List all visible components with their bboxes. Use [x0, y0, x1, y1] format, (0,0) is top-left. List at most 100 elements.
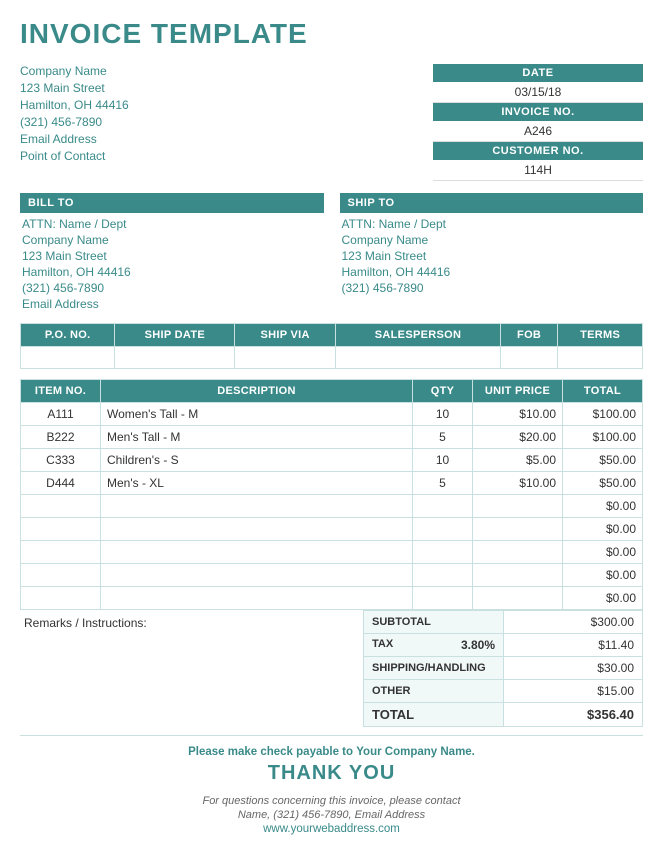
ship-address1: 123 Main Street	[340, 249, 644, 263]
ship-attn: ATTN: Name / Dept	[340, 217, 644, 231]
ship-name: Company Name	[340, 233, 644, 247]
col-unit-price: UNIT PRICE	[473, 380, 563, 403]
company-address2: Hamilton, OH 44416	[20, 98, 129, 112]
cell-qty	[413, 587, 473, 610]
ship-phone: (321) 456-7890	[340, 281, 644, 295]
po-table: P.O. NO. SHIP DATE SHIP VIA SALESPERSON …	[20, 323, 643, 369]
cell-total: $0.00	[563, 541, 643, 564]
po-col-salesperson: SALESPERSON	[336, 324, 501, 347]
bill-attn: ATTN: Name / Dept	[20, 217, 324, 231]
po-shipdate-val	[115, 347, 235, 369]
customer-label: CUSTOMER NO.	[433, 142, 643, 160]
bill-phone: (321) 456-7890	[20, 281, 324, 295]
cell-desc: Men's - XL	[101, 472, 413, 495]
table-row: B222 Men's Tall - M 5 $20.00 $100.00	[21, 426, 643, 449]
cell-qty: 10	[413, 403, 473, 426]
totals-col: SUBTOTAL $300.00 TAX 3.80% $11.40 SHIPPI…	[363, 610, 643, 727]
company-phone: (321) 456-7890	[20, 115, 129, 129]
po-col-terms: TERMS	[558, 324, 643, 347]
cell-qty	[413, 495, 473, 518]
ship-address2: Hamilton, OH 44416	[340, 265, 644, 279]
po-fob-val	[500, 347, 557, 369]
footer-area: Please make check payable to Your Compan…	[20, 746, 643, 835]
other-value: $15.00	[504, 680, 643, 703]
table-row: $0.00	[21, 564, 643, 587]
cell-total: $50.00	[563, 472, 643, 495]
po-salesperson-val	[336, 347, 501, 369]
company-info: Company Name 123 Main Street Hamilton, O…	[20, 64, 129, 181]
cell-qty	[413, 518, 473, 541]
bill-name: Company Name	[20, 233, 324, 247]
table-row: $0.00	[21, 495, 643, 518]
cell-unit: $5.00	[473, 449, 563, 472]
subtotal-row: SUBTOTAL $300.00	[364, 611, 643, 634]
table-row: C333 Children's - S 10 $5.00 $50.00	[21, 449, 643, 472]
date-label: DATE	[433, 64, 643, 82]
website: www.yourwebaddress.com	[20, 823, 643, 835]
shipping-row: SHIPPING/HANDLING $30.00	[364, 657, 643, 680]
other-label: OTHER	[364, 680, 504, 703]
remarks-col: Remarks / Instructions:	[20, 610, 363, 727]
cell-qty: 10	[413, 449, 473, 472]
table-row: $0.00	[21, 518, 643, 541]
subtotal-label: SUBTOTAL	[364, 611, 504, 634]
cell-unit: $20.00	[473, 426, 563, 449]
cell-total: $100.00	[563, 426, 643, 449]
meta-table: DATE 03/15/18 INVOICE NO. A246 CUSTOMER …	[433, 64, 643, 181]
po-header-row: P.O. NO. SHIP DATE SHIP VIA SALESPERSON …	[21, 324, 643, 347]
cell-total: $0.00	[563, 587, 643, 610]
total-label: TOTAL	[364, 703, 504, 727]
date-value: 03/15/18	[433, 82, 643, 103]
cell-unit	[473, 495, 563, 518]
po-shipvia-val	[235, 347, 336, 369]
shipping-label: SHIPPING/HANDLING	[364, 657, 504, 680]
cell-item: A111	[21, 403, 101, 426]
table-row: A111 Women's Tall - M 10 $10.00 $100.00	[21, 403, 643, 426]
cell-total: $100.00	[563, 403, 643, 426]
contact-info: Name, (321) 456-7890, Email Address	[20, 809, 643, 821]
cell-qty: 5	[413, 472, 473, 495]
other-row: OTHER $15.00	[364, 680, 643, 703]
subtotal-value: $300.00	[504, 611, 643, 634]
table-row: $0.00	[21, 541, 643, 564]
bill-ship-section: BILL TO ATTN: Name / Dept Company Name 1…	[20, 193, 643, 313]
cell-desc: Children's - S	[101, 449, 413, 472]
po-col-fob: FOB	[500, 324, 557, 347]
cell-total: $0.00	[563, 564, 643, 587]
col-description: DESCRIPTION	[101, 380, 413, 403]
bill-email: Email Address	[20, 297, 324, 311]
ship-to-body: ATTN: Name / Dept Company Name 123 Main …	[340, 217, 644, 295]
po-data-row	[21, 347, 643, 369]
tax-value: $11.40	[504, 634, 643, 657]
cell-desc	[101, 518, 413, 541]
cell-unit: $10.00	[473, 472, 563, 495]
col-total: TOTAL	[563, 380, 643, 403]
thank-you: THANK YOU	[20, 762, 643, 785]
cell-item	[21, 541, 101, 564]
company-address1: 123 Main Street	[20, 81, 129, 95]
total-value: $356.40	[504, 703, 643, 727]
top-section: Company Name 123 Main Street Hamilton, O…	[20, 64, 643, 181]
company-name: Company Name	[20, 64, 129, 78]
table-row: D444 Men's - XL 5 $10.00 $50.00	[21, 472, 643, 495]
cell-desc	[101, 587, 413, 610]
col-item-no: ITEM NO.	[21, 380, 101, 403]
cell-qty	[413, 564, 473, 587]
company-email: Email Address	[20, 132, 129, 146]
total-row: TOTAL $356.40	[364, 703, 643, 727]
customer-value: 114H	[433, 160, 643, 181]
cell-qty	[413, 541, 473, 564]
divider	[20, 735, 643, 736]
bill-to-body: ATTN: Name / Dept Company Name 123 Main …	[20, 217, 324, 311]
po-col-po: P.O. NO.	[21, 324, 115, 347]
items-header-row: ITEM NO. DESCRIPTION QTY UNIT PRICE TOTA…	[21, 380, 643, 403]
cell-unit: $10.00	[473, 403, 563, 426]
cell-total: $50.00	[563, 449, 643, 472]
cell-total: $0.00	[563, 518, 643, 541]
contact-note: For questions concerning this invoice, p…	[20, 795, 643, 807]
check-payable: Please make check payable to Your Compan…	[20, 746, 643, 758]
cell-desc	[101, 564, 413, 587]
cell-desc	[101, 495, 413, 518]
invoice-label: INVOICE NO.	[433, 103, 643, 121]
cell-total: $0.00	[563, 495, 643, 518]
